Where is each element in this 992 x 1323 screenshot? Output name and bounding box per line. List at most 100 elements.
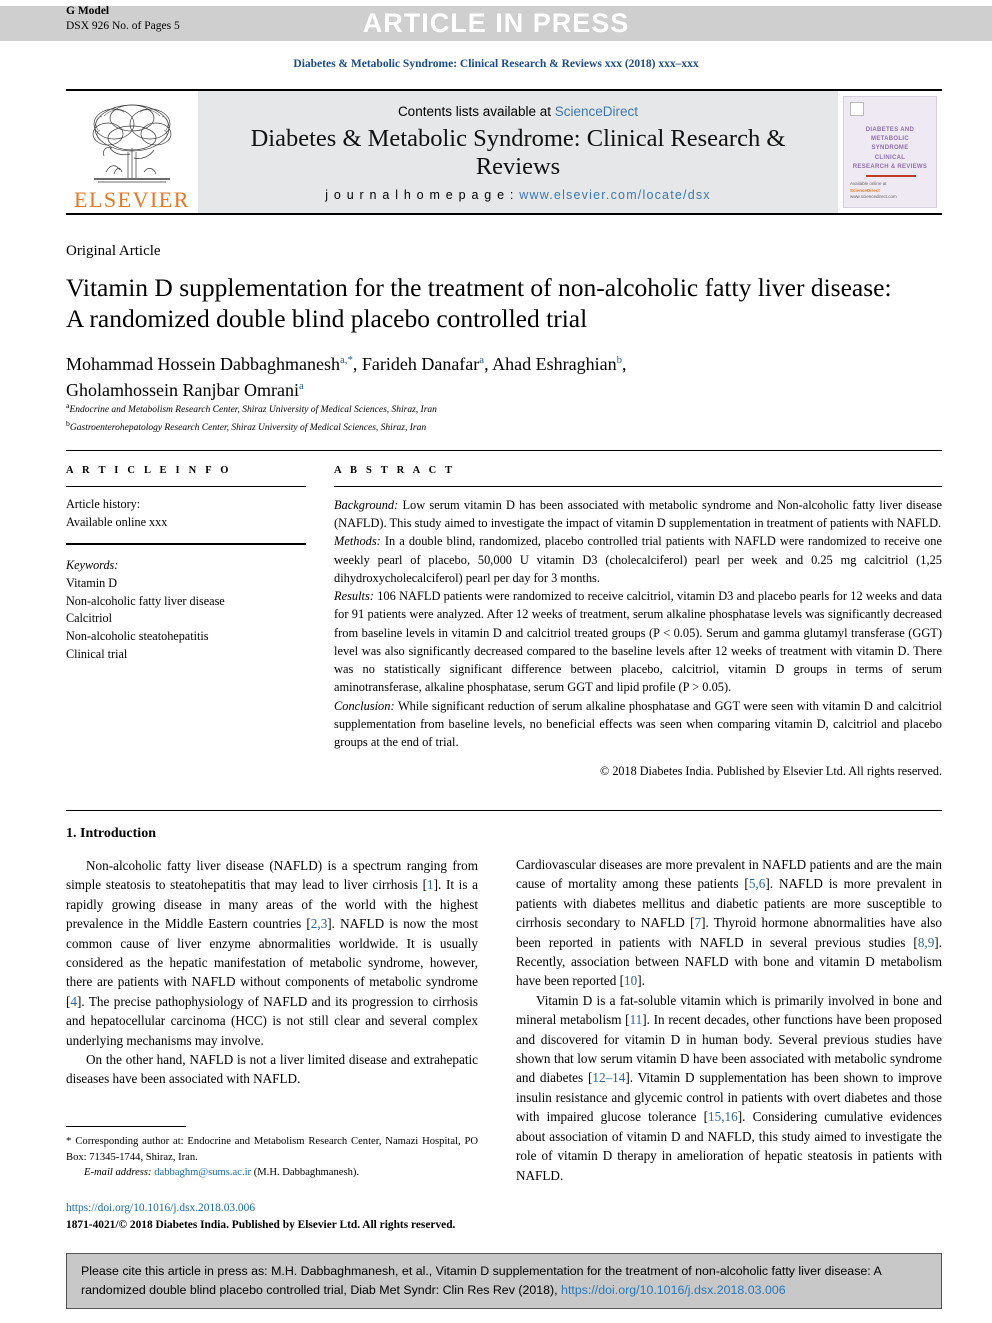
abstract-background-text: Low serum vitamin D has been associated …	[334, 498, 942, 531]
email-label: E-mail address:	[84, 1166, 152, 1178]
intro-p1-d: ]. The precise pathophysiology of NAFLD …	[66, 993, 478, 1048]
corresponding-author-text: Corresponding author at: Endocrine and M…	[66, 1136, 478, 1163]
intro-paragraph-3: Cardiovascular diseases are more prevale…	[516, 855, 942, 991]
journal-homepage-line: j o u r n a l h o m e p a g e : www.else…	[325, 188, 711, 202]
cover-footer-top: Available online at	[850, 180, 887, 186]
keyword-item: Clinical trial	[66, 646, 128, 661]
article-info-rule-top	[66, 486, 306, 487]
journal-cover-block: DIABETES AND METABOLIC SYNDROME CLINICAL…	[838, 91, 942, 213]
cover-footer: Available online at ScienceDirect www.sc…	[850, 181, 897, 201]
footnote-rule	[66, 1126, 186, 1127]
intro-p3-e: ].	[637, 973, 645, 989]
section-heading-introduction: 1. Introduction	[66, 826, 156, 841]
citation-ref[interactable]: 2,3	[311, 916, 327, 931]
keyword-item: Vitamin D	[66, 576, 118, 591]
corresponding-author-note: * Corresponding author at: Endocrine and…	[66, 1134, 478, 1165]
issn-copyright-line: 1871-4021/© 2018 Diabetes India. Publish…	[66, 1218, 456, 1231]
author-list: Mohammad Hossein Dabbaghmanesha,*, Farid…	[66, 352, 906, 403]
author-4: Gholamhossein Ranjbar Omrani	[66, 379, 299, 400]
please-cite-box: Please cite this article in press as: M.…	[66, 1253, 942, 1309]
citation-ref[interactable]: 12–14	[592, 1070, 625, 1085]
cover-line-3: SYNDROME	[871, 145, 909, 151]
footnote-block: * Corresponding author at: Endocrine and…	[66, 1126, 478, 1180]
cover-line-4: CLINICAL	[874, 155, 906, 161]
email-link[interactable]: dabbaghm@sums.ac.ir	[154, 1167, 251, 1178]
elsevier-wordmark: ELSEVIER	[74, 187, 190, 212]
email-owner: (M.H. Dabbaghmanesh).	[251, 1166, 360, 1178]
abstract-conclusion: Conclusion: While significant reduction …	[334, 697, 942, 752]
citation-ref[interactable]: 1	[427, 877, 434, 892]
abstract-conclusion-label: Conclusion:	[334, 698, 395, 713]
article-history-value: Available online xxx	[66, 514, 168, 529]
article-title: Vitamin D supplementation for the treatm…	[66, 273, 892, 334]
abstract-results-label: Results:	[334, 589, 374, 604]
cover-badge-icon	[850, 102, 864, 116]
journal-reference-line: Diabetes & Metabolic Syndrome: Clinical …	[293, 58, 699, 70]
abstract-conclusion-text: While significant reduction of serum alk…	[334, 698, 942, 750]
article-info-rule-bottom	[66, 543, 306, 546]
journal-homepage-label: j o u r n a l h o m e p a g e :	[325, 187, 520, 202]
citation-ref[interactable]: 5,6	[749, 876, 765, 891]
citation-ref[interactable]: 10	[624, 973, 637, 988]
affiliation-b-text: Gastroenterohepatology Research Center, …	[69, 423, 427, 434]
citation-ref[interactable]: 11	[630, 1012, 643, 1027]
article-page: ARTICLE IN PRESS G Model DSX 926 No. of …	[0, 0, 992, 1323]
keywords-block: Keywords: Vitamin D Non-alcoholic fatty …	[66, 557, 306, 663]
contents-available-prefix: Contents lists available at	[397, 104, 555, 120]
cover-footer-brand: ScienceDirect	[850, 187, 880, 193]
abstract-column: A B S T R A C T Background: Low serum vi…	[334, 465, 942, 781]
abstract-body: Background: Low serum vitamin D has been…	[334, 496, 942, 781]
abstract-methods-label: Methods:	[334, 534, 381, 549]
author-1-affil-marker: a,*	[339, 354, 353, 366]
abstract-divider-rule	[66, 810, 942, 811]
cover-line-2: METABOLIC	[871, 136, 909, 142]
citation-ref[interactable]: 4	[70, 994, 77, 1009]
intro-paragraph-4: Vitamin D is a fat-soluble vitamin which…	[516, 991, 942, 1185]
elsevier-logo-block: ELSEVIER	[66, 91, 198, 213]
affiliation-b: bGastroenterohepatology Research Center,…	[66, 418, 906, 436]
doi-link[interactable]: https://doi.org/10.1016/j.dsx.2018.03.00…	[66, 1200, 526, 1217]
article-info-column: A R T I C L E I N F O Article history: A…	[66, 465, 306, 664]
journal-homepage-url[interactable]: www.elsevier.com/locate/dsx	[519, 188, 711, 202]
g-model-id: DSX 926 No. of Pages 5	[66, 19, 180, 32]
keyword-item: Non-alcoholic fatty liver disease	[66, 593, 225, 608]
abstract-heading: A B S T R A C T	[334, 465, 456, 476]
body-column-left: 1. Introduction Non-alcoholic fatty live…	[66, 826, 478, 1089]
keywords-label: Keywords:	[66, 558, 119, 573]
please-cite-doi-link[interactable]: https://doi.org/10.1016/j.dsx.2018.03.00…	[561, 1283, 786, 1297]
keyword-item: Non-alcoholic steatohepatitis	[66, 629, 209, 644]
journal-masthead: ELSEVIER Contents lists available at Sci…	[66, 89, 942, 215]
author-3-comma: ,	[621, 354, 627, 374]
intro-p1-a: Non-alcoholic fatty liver disease (NAFLD…	[66, 858, 478, 893]
please-cite-text: Please cite this article in press as: M.…	[81, 1262, 927, 1300]
citation-ref[interactable]: 15,16	[708, 1109, 738, 1124]
cover-line-1: DIABETES AND	[865, 127, 915, 133]
citation-ref[interactable]: 8,9	[918, 935, 934, 950]
abstract-copyright: © 2018 Diabetes India. Published by Else…	[600, 764, 942, 779]
intro-paragraph-1: Non-alcoholic fatty liver disease (NAFLD…	[66, 856, 478, 1050]
author-1: Mohammad Hossein Dabbaghmanesh	[66, 354, 340, 374]
abstract-methods-text: In a double blind, randomized, placebo c…	[334, 534, 942, 585]
journal-title: Diabetes & Metabolic Syndrome: Clinical …	[250, 125, 786, 180]
cover-line-5: RESEARCH & REVIEWS	[852, 164, 928, 170]
keyword-item: Calcitriol	[66, 611, 113, 626]
author-4-affil-marker: a	[298, 379, 304, 392]
masthead-contents-block: Contents lists available at ScienceDirec…	[198, 91, 838, 213]
elsevier-tree-icon	[84, 102, 180, 188]
affiliations: aEndocrine and Metabolism Research Cente…	[66, 400, 906, 436]
article-info-heading: A R T I C L E I N F O	[66, 465, 232, 476]
doi-block: https://doi.org/10.1016/j.dsx.2018.03.00…	[66, 1200, 526, 1233]
affiliation-a: aEndocrine and Metabolism Research Cente…	[66, 400, 906, 418]
contents-available-line: Contents lists available at ScienceDirec…	[398, 104, 638, 119]
header-divider-rule	[66, 450, 942, 451]
article-history-label: Article history:	[66, 497, 141, 511]
cover-footer-url: www.sciencedirect.com	[850, 194, 897, 200]
article-history-block: Article history: Available online xxx	[66, 496, 306, 531]
abstract-rule	[334, 486, 942, 487]
email-note: E-mail address: dabbaghm@sums.ac.ir (M.H…	[66, 1165, 478, 1180]
g-model-block: G Model DSX 926 No. of Pages 5	[66, 4, 180, 33]
affiliation-a-text: Endocrine and Metabolism Research Center…	[69, 405, 437, 416]
abstract-background-label: Background:	[334, 498, 399, 512]
body-column-right: Cardiovascular diseases are more prevale…	[516, 855, 942, 1185]
sciencedirect-link[interactable]: ScienceDirect	[555, 104, 638, 119]
